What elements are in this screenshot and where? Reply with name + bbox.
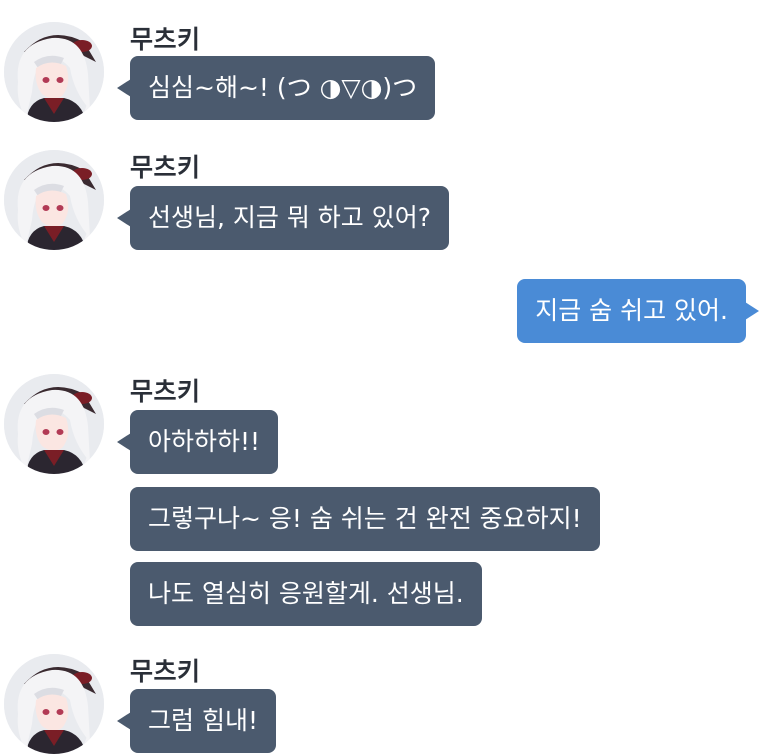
sender-name: 무츠키: [130, 153, 201, 182]
bubble-tail: [745, 302, 759, 320]
message-bubble: 아하하하!!: [117, 410, 279, 474]
message-text: 그럼 힘내!: [148, 706, 258, 735]
message-text: 선생님, 지금 뭐 하고 있어?: [148, 203, 432, 232]
sender-name: 무츠키: [130, 25, 201, 54]
sender-name: 무츠키: [130, 377, 201, 406]
message-text: 그렇구나~ 응! 숨 쉬는 건 완전 중요하지!: [148, 504, 582, 533]
message-bubble: 심심~해~! (つ ◑▽◑)つ: [117, 56, 436, 120]
bubble-tail: [117, 433, 131, 451]
bubble-tail: [117, 712, 131, 730]
avatar-portrait-icon: [4, 22, 104, 122]
chat-log: 무츠키 심심~해~! (つ ◑▽◑)つ 무츠키 선생님, 지금 뭐 하고 있어?…: [0, 0, 768, 754]
message-bubble: 선생님, 지금 뭐 하고 있어?: [117, 186, 450, 250]
outgoing-message-bubble: 지금 숨 쉬고 있어.: [517, 279, 759, 343]
avatar[interactable]: [4, 374, 104, 474]
avatar[interactable]: [4, 654, 104, 754]
avatar[interactable]: [4, 150, 104, 250]
avatar[interactable]: [4, 22, 104, 122]
avatar-portrait-icon: [4, 150, 104, 250]
bubble-tail: [117, 209, 131, 227]
bubble-tail: [117, 79, 131, 97]
message-text: 지금 숨 쉬고 있어.: [535, 296, 728, 325]
message-text: 아하하하!!: [148, 427, 261, 456]
avatar-portrait-icon: [4, 654, 104, 754]
message-bubble: 그렇구나~ 응! 숨 쉬는 건 완전 중요하지!: [130, 487, 600, 551]
message-bubble: 그럼 힘내!: [117, 689, 276, 753]
message-text: 심심~해~! (つ ◑▽◑)つ: [148, 73, 418, 102]
avatar-portrait-icon: [4, 374, 104, 474]
message-bubble: 나도 열심히 응원할게. 선생님.: [130, 562, 482, 626]
message-text: 나도 열심히 응원할게. 선생님.: [148, 579, 464, 608]
sender-name: 무츠키: [130, 657, 201, 686]
